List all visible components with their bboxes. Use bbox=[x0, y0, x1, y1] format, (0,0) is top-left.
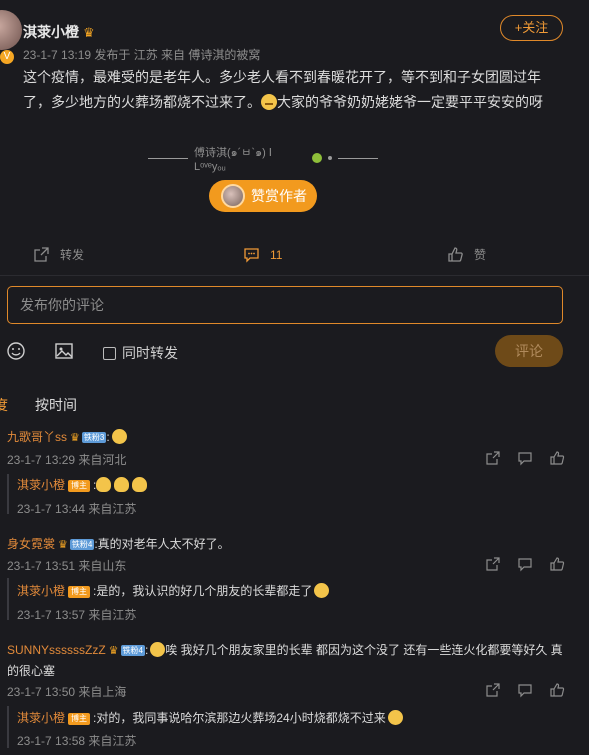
post-text-2: 大家的爷爷奶奶姥姥爷一定要平平安安的呀 bbox=[277, 94, 543, 110]
repost-action[interactable]: 转发 bbox=[33, 246, 84, 263]
reply-bar bbox=[7, 706, 9, 748]
hug-emoji-icon bbox=[96, 477, 112, 492]
worried-emoji-icon bbox=[387, 710, 403, 725]
crown-icon: ♛ bbox=[70, 432, 80, 444]
submit-comment-button[interactable]: 评论 bbox=[495, 335, 563, 367]
thumbs-up-icon[interactable] bbox=[549, 682, 565, 698]
reply-name[interactable]: 淇莍小橙 bbox=[17, 711, 65, 725]
reply-item: 淇莍小橙 博主:对的，我同事说哈尔滨那边火葬场24小时烧都烧不过来 bbox=[17, 709, 403, 727]
tab-by-time[interactable]: 按时间 bbox=[35, 395, 77, 415]
signature-dot bbox=[328, 156, 332, 160]
repost-checkbox[interactable]: 同时转发 bbox=[103, 343, 178, 363]
reward-author-button[interactable]: 赞赏作者 bbox=[209, 180, 317, 212]
thumbs-up-icon[interactable] bbox=[549, 556, 565, 572]
crown-icon: ♛ bbox=[83, 25, 95, 40]
share-icon[interactable] bbox=[485, 450, 501, 466]
divider bbox=[0, 275, 589, 276]
reply-text: :对的，我同事说哈尔滨那边火葬场24小时烧都烧不过来 bbox=[93, 711, 386, 725]
fan-level-badge: 铁粉4 bbox=[69, 539, 95, 550]
comment-item: 九歌哥丫ss ♛ 铁粉3: bbox=[7, 428, 127, 446]
crying-emoji-icon bbox=[150, 642, 166, 657]
signature-divider-right bbox=[338, 157, 378, 159]
reply-text: :是的，我认识的好几个朋友的长辈都走了 bbox=[93, 584, 313, 598]
post-body: 这个疫情，最难受的是老年人。多少老人看不到春暖花开了，等不到和子女团圆过年了，多… bbox=[23, 65, 568, 115]
author-name-row[interactable]: 淇莍小橙 ♛ bbox=[23, 22, 95, 42]
share-icon[interactable] bbox=[485, 556, 501, 572]
crown-icon: ♛ bbox=[108, 645, 119, 657]
comment-item: SUNNYssssssZzZ ♛ 铁粉4: 唉 我好几个朋友家里的长辈 都因为这个没了… bbox=[7, 642, 563, 678]
comment-meta: 23-1-7 13:51 来自山东 bbox=[7, 559, 127, 573]
comment-meta: 23-1-7 13:50 来自上海 bbox=[7, 685, 127, 699]
author-name[interactable]: 淇莍小橙 bbox=[23, 24, 79, 40]
comment-actions bbox=[485, 556, 565, 572]
repost-checkbox-label: 同时转发 bbox=[122, 345, 178, 361]
verified-badge-icon: V bbox=[0, 50, 14, 64]
reward-label: 赞赏作者 bbox=[251, 188, 307, 204]
repost-label: 转发 bbox=[60, 248, 85, 262]
checkbox-box[interactable] bbox=[103, 346, 116, 360]
sad-face-emoji-icon bbox=[261, 94, 277, 110]
thumbs-up-icon bbox=[448, 247, 463, 262]
signature-divider-left bbox=[148, 157, 188, 159]
op-badge: 博主 bbox=[68, 480, 91, 492]
op-badge: 博主 bbox=[68, 586, 91, 598]
comment-icon[interactable] bbox=[517, 556, 533, 572]
comment-text: :真的对老年人太不好了。 bbox=[94, 537, 230, 551]
comment-icon[interactable] bbox=[517, 450, 533, 466]
thumbs-up-icon[interactable] bbox=[549, 450, 565, 466]
like-action[interactable]: 赞 bbox=[447, 246, 486, 263]
like-label: 赞 bbox=[474, 248, 487, 262]
tab-hot[interactable]: 度 bbox=[0, 395, 8, 415]
comment-action[interactable]: 11 bbox=[243, 246, 282, 263]
reply-bar bbox=[7, 474, 9, 514]
reply-name[interactable]: 淇莍小橙 bbox=[17, 584, 65, 598]
hug-emoji-icon bbox=[114, 477, 130, 492]
tennis-ball-icon bbox=[312, 153, 323, 163]
reply-meta: 23-1-7 13:44 来自江苏 bbox=[17, 502, 137, 516]
share-icon bbox=[34, 247, 49, 262]
reply-meta: 23-1-7 13:57 来自江苏 bbox=[17, 608, 137, 622]
reply-name[interactable]: 淇莍小橙 bbox=[17, 478, 65, 492]
image-icon[interactable] bbox=[54, 341, 74, 361]
signature-text: 傅诗淇(๑´ㅂ`๑) Ⅰ Lᵒᵛᵉyₒᵤ bbox=[194, 147, 273, 173]
comment-text: : bbox=[106, 430, 110, 444]
reply-meta: 23-1-7 13:58 来自江苏 bbox=[17, 734, 137, 748]
author-avatar[interactable] bbox=[0, 10, 22, 50]
comment-meta: 23-1-7 13:29 来自河北 bbox=[7, 453, 127, 467]
reply-item: 淇莍小橙 博主: bbox=[17, 476, 150, 494]
emoji-icon[interactable] bbox=[6, 341, 26, 361]
worried-emoji-icon bbox=[314, 583, 330, 598]
reply-item: 淇莍小橙 博主:是的，我认识的好几个朋友的长辈都走了 bbox=[17, 582, 330, 600]
comment-icon bbox=[244, 248, 259, 263]
op-badge: 博主 bbox=[68, 713, 91, 725]
follow-button[interactable]: +关注 bbox=[500, 15, 563, 41]
commenter-name[interactable]: SUNNYssssssZzZ bbox=[7, 643, 106, 657]
fan-level-badge: 铁粉4 bbox=[120, 645, 145, 656]
comment-actions bbox=[485, 450, 565, 466]
comment-input[interactable] bbox=[7, 286, 563, 324]
share-icon[interactable] bbox=[485, 682, 501, 698]
crying-emoji-icon bbox=[111, 429, 127, 444]
commenter-name[interactable]: 身女霓裳 bbox=[7, 537, 55, 551]
reply-bar bbox=[7, 578, 9, 620]
comment-count: 11 bbox=[270, 247, 283, 262]
commenter-name[interactable]: 九歌哥丫ss bbox=[7, 430, 67, 444]
post-meta: 23-1-7 13:19 发布于 江苏 来自 傅诗淇的被窝 bbox=[23, 48, 261, 62]
comment-icon[interactable] bbox=[517, 682, 533, 698]
signature: 傅诗淇(๑´ㅂ`๑) Ⅰ Lᵒᵛᵉyₒᵤ bbox=[148, 143, 378, 173]
comment-item: 身女霓裳 ♛ 铁粉4:真的对老年人太不好了。 bbox=[7, 535, 230, 553]
hug-emoji-icon bbox=[132, 477, 148, 492]
reward-avatar bbox=[221, 184, 245, 208]
fan-level-badge: 铁粉3 bbox=[81, 432, 107, 443]
crown-icon: ♛ bbox=[58, 539, 68, 551]
comment-actions bbox=[485, 682, 565, 698]
